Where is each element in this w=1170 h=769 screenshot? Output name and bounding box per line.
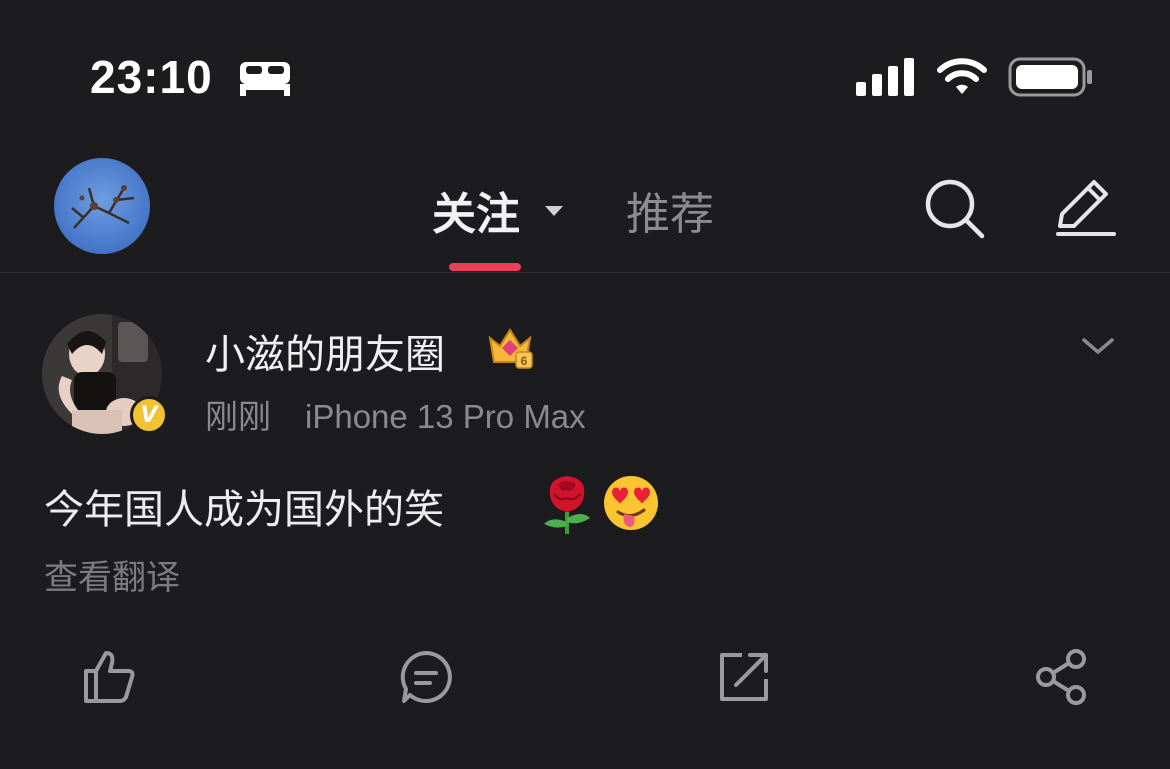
my-avatar[interactable] — [54, 158, 150, 254]
verified-badge-icon: V — [130, 396, 168, 434]
repost-icon[interactable] — [714, 647, 774, 707]
cellular-signal-icon — [856, 58, 914, 96]
post-device[interactable]: iPhone 13 Pro Max — [305, 398, 586, 435]
post-body-text: 今年国人成为国外的笑 — [44, 487, 444, 533]
share-icon[interactable] — [1032, 647, 1092, 707]
wifi-icon — [937, 58, 987, 94]
post-card[interactable]: V 小滋的朋友圈 6 刚刚 iPhone 13 Pro Max 今年国人成为国外的… — [0, 272, 1170, 769]
tab-follow[interactable]: 关注 — [432, 178, 520, 242]
status-bar: 23:10 — [0, 0, 1170, 150]
dropdown-caret-icon[interactable] — [545, 206, 563, 216]
bed-icon — [240, 62, 290, 96]
svg-text:6: 6 — [521, 354, 528, 368]
like-icon[interactable] — [78, 647, 138, 707]
search-icon[interactable] — [922, 176, 988, 242]
view-translation-link[interactable]: 查看翻译 — [44, 550, 180, 599]
active-tab-indicator — [449, 263, 521, 271]
post-meta: 刚刚 iPhone 13 Pro Max — [205, 390, 586, 438]
top-nav: 关注 推荐 — [0, 150, 1170, 273]
heart-eyes-tongue-icon — [604, 476, 658, 530]
rose-icon — [544, 476, 590, 534]
chevron-down-icon[interactable] — [1080, 334, 1116, 358]
comment-icon[interactable] — [396, 647, 456, 707]
battery-icon — [1008, 57, 1092, 97]
crown-icon[interactable]: 6 — [486, 324, 534, 370]
status-time: 23:10 — [90, 51, 213, 103]
post-action-bar — [0, 647, 1170, 719]
tab-recommend[interactable]: 推荐 — [626, 178, 714, 242]
post-time: 刚刚 — [205, 397, 271, 436]
post-author-name[interactable]: 小滋的朋友圈 — [205, 322, 445, 380]
compose-icon[interactable] — [1050, 176, 1118, 242]
